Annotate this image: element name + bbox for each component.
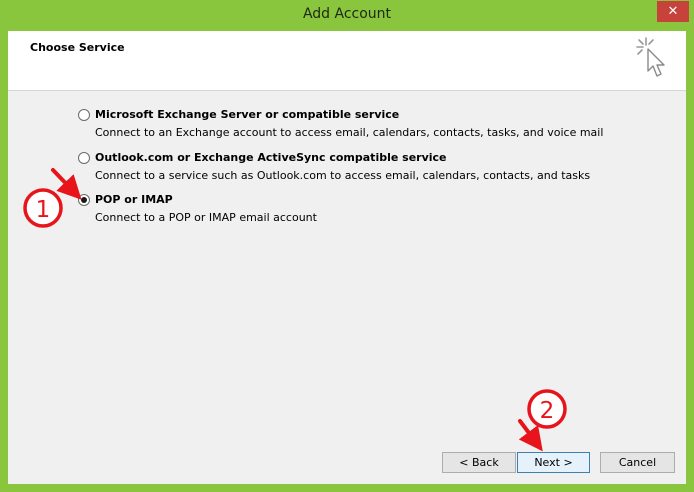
- pop-imap-label[interactable]: POP or IMAP: [95, 193, 173, 206]
- close-button[interactable]: ✕: [657, 1, 689, 22]
- outlook-com-description: Connect to a service such as Outlook.com…: [95, 169, 591, 182]
- exchange-label[interactable]: Microsoft Exchange Server or compatible …: [95, 108, 399, 121]
- window-title: Add Account: [302, 6, 392, 22]
- exchange-description: Connect to an Exchange account to access…: [95, 126, 604, 139]
- exchange-radio[interactable]: [78, 109, 90, 121]
- outlook-com-label[interactable]: Outlook.com or Exchange ActiveSync compa…: [95, 151, 447, 164]
- dialog-header: Choose Service: [8, 31, 686, 91]
- pop-imap-radio[interactable]: [78, 194, 90, 206]
- title-bar[interactable]: Add Account ✕: [0, 0, 694, 31]
- add-account-window: Add Account ✕ Choose Service Microsoft E…: [0, 0, 694, 492]
- pop-imap-description: Connect to a POP or IMAP email account: [95, 211, 317, 224]
- cancel-button[interactable]: Cancel: [600, 452, 675, 473]
- dialog-body: Choose Service Microsoft Exchange Server…: [8, 31, 686, 484]
- outlook-com-radio[interactable]: [78, 152, 90, 164]
- next-button[interactable]: Next >: [517, 452, 590, 473]
- page-title: Choose Service: [30, 41, 125, 54]
- back-button[interactable]: < Back: [442, 452, 516, 473]
- cursor-sparkle-icon: [636, 37, 665, 77]
